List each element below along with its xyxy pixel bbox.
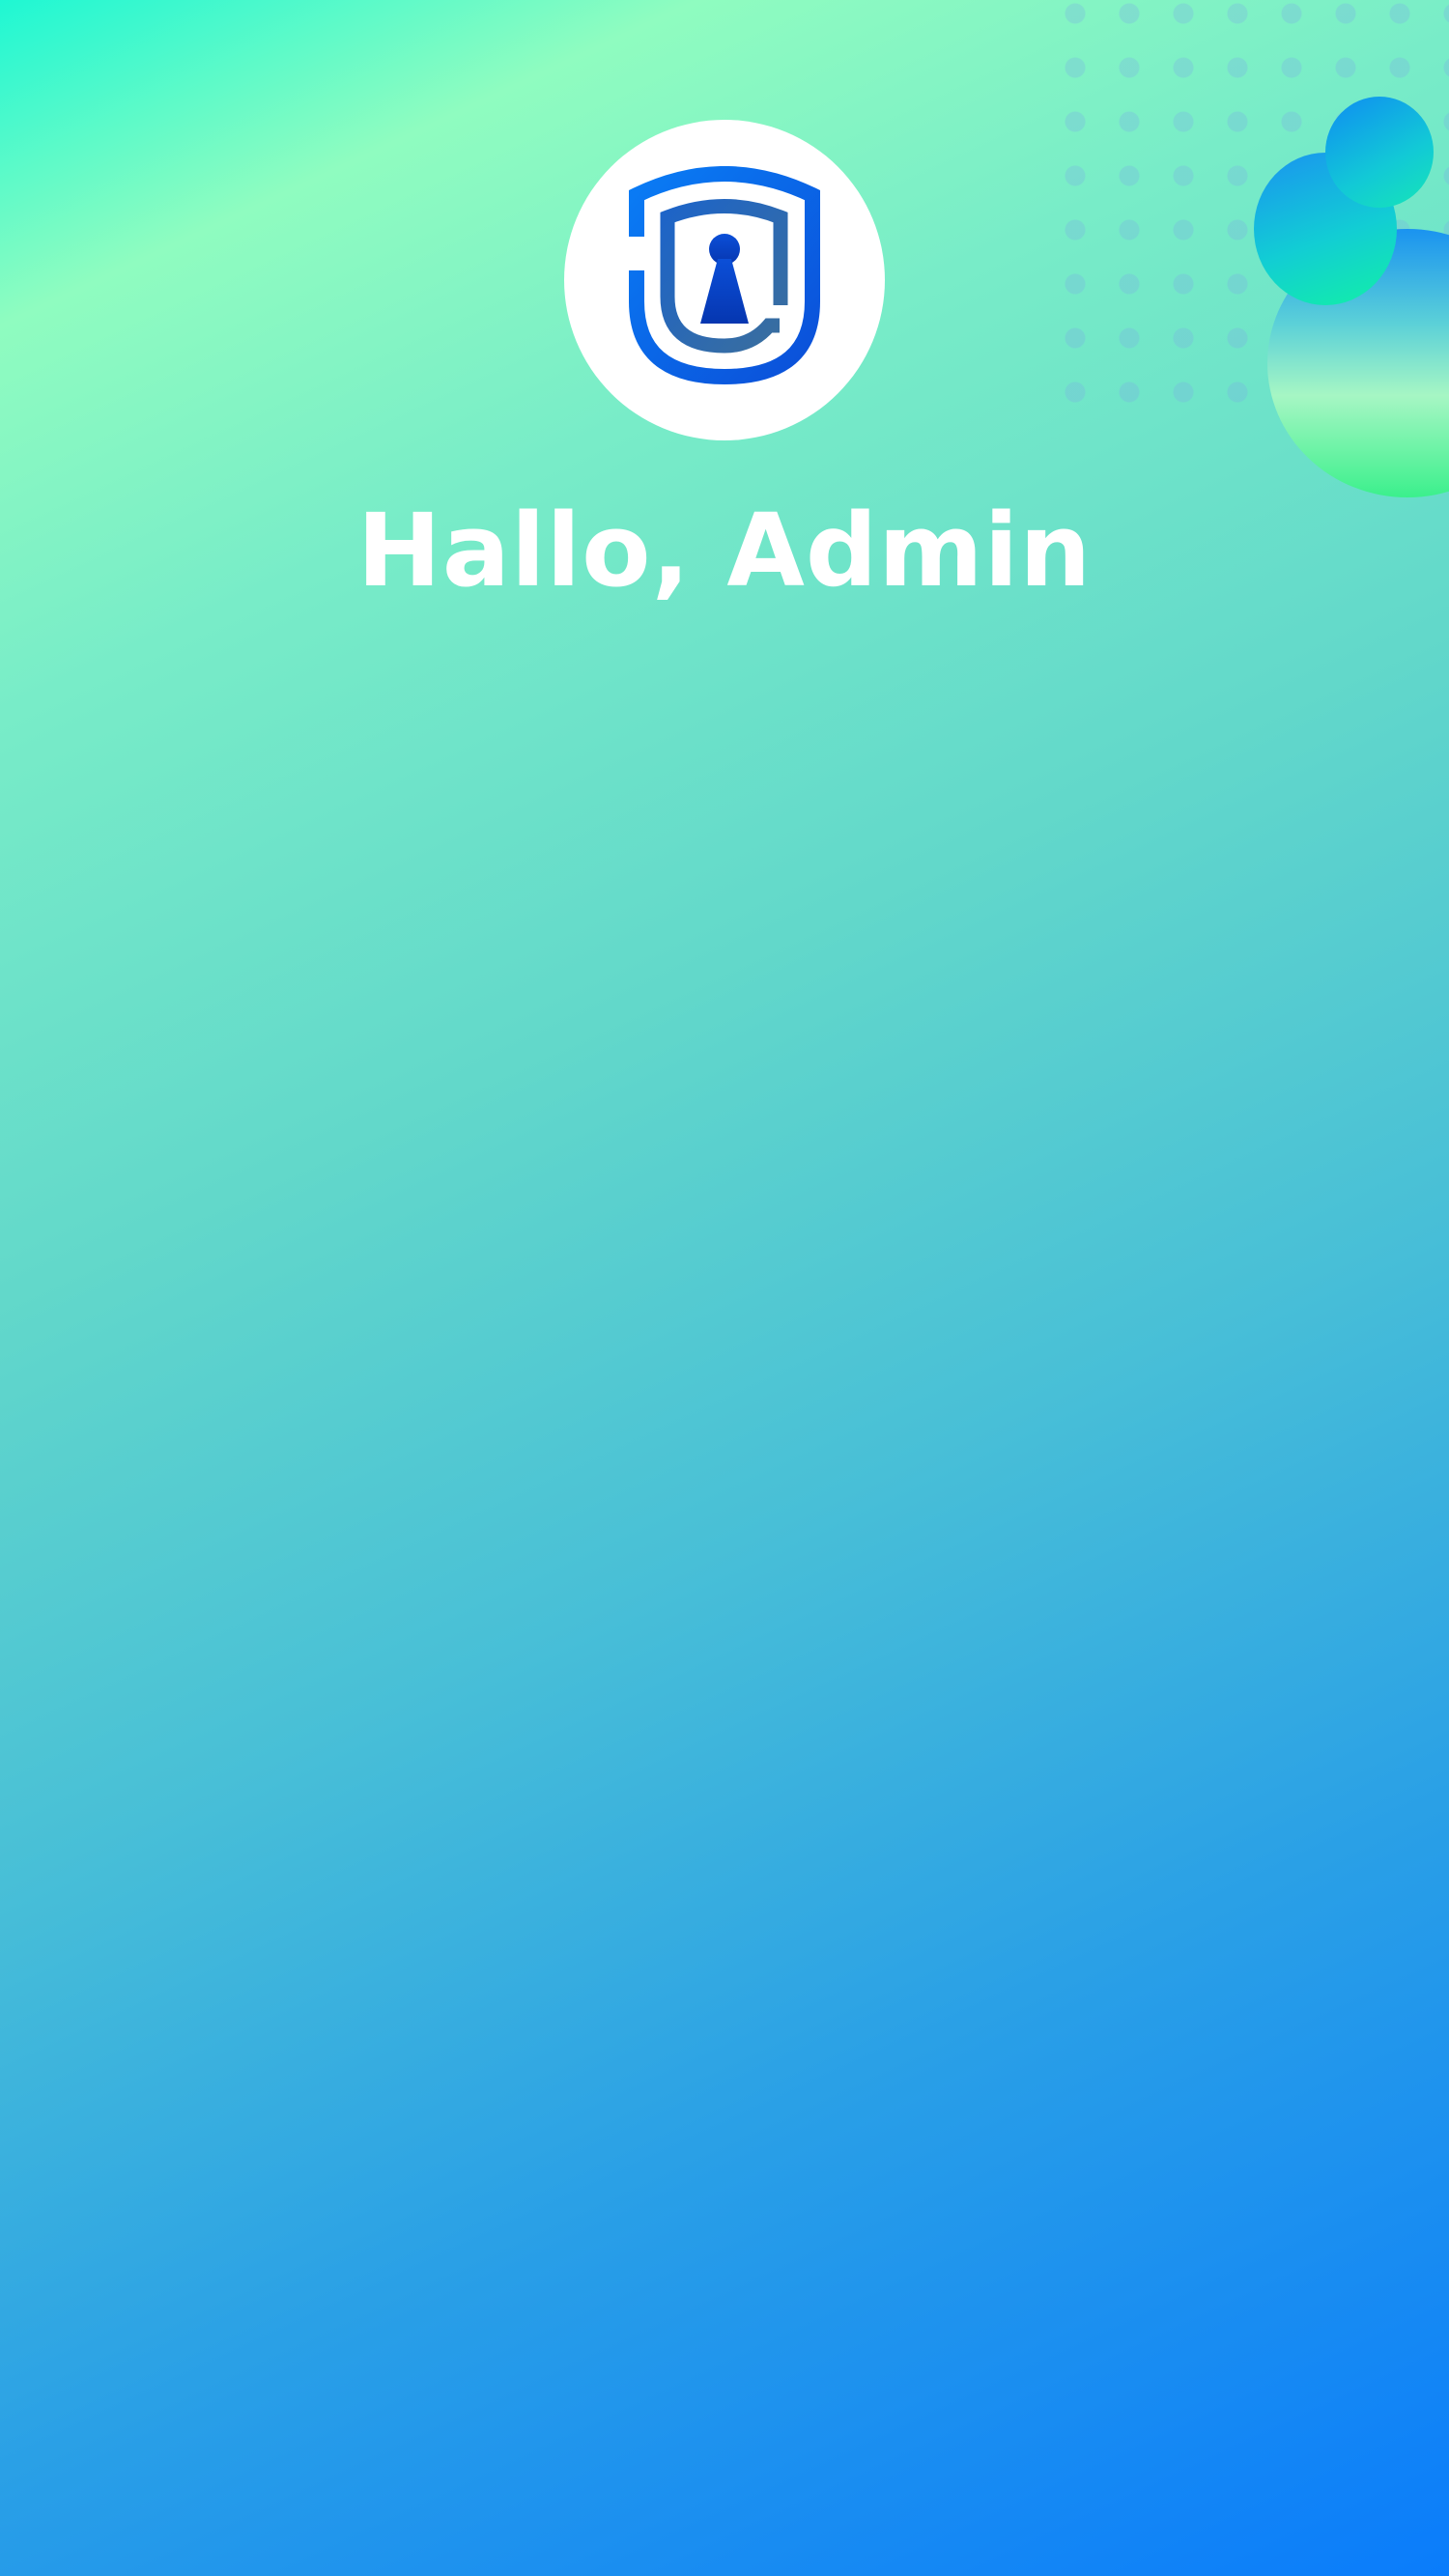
app-screen: Hallo, Admin (0, 0, 1449, 2576)
app-logo (564, 120, 885, 440)
shield-keyhole-icon (629, 166, 820, 385)
greeting-title: Hallo, Admin (356, 492, 1093, 609)
decorative-bubble-small (1325, 97, 1434, 208)
